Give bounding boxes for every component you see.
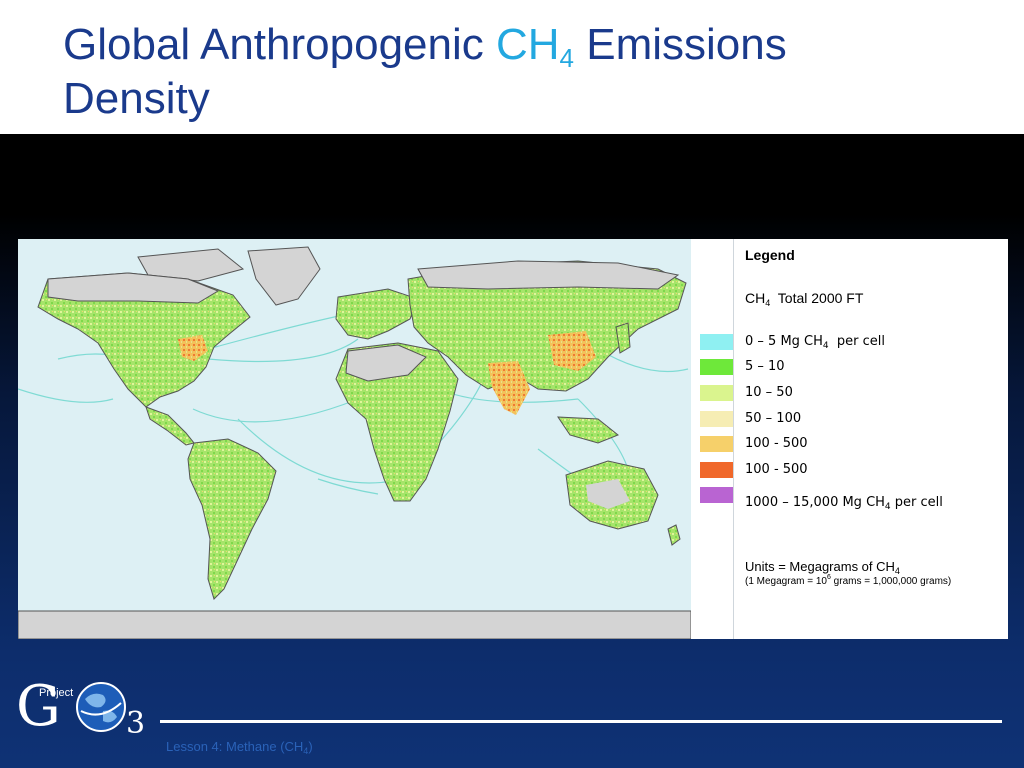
legend-item-1-pre: 5 – 10	[745, 359, 785, 374]
legend-units-note: (1 Megagram = 106 grams = 1,000,000 gram…	[745, 574, 952, 587]
legend-subtitle-rest: Total 2000 FT	[777, 290, 864, 306]
legend-item-3-pre: 50 – 100	[745, 411, 802, 426]
world-map-graphic	[18, 239, 691, 639]
legend-item-0-post: per cell	[836, 334, 886, 349]
legend-item-4-pre: 100 - 500	[745, 436, 808, 451]
logo-number-3: 3	[126, 706, 146, 741]
legend-item-4: 100 - 500	[745, 436, 808, 451]
legend-units-main: Units = Megagrams of CH	[745, 559, 895, 574]
go3-logo: G Project 3	[16, 674, 156, 744]
title-text-part2: Emissions	[574, 20, 787, 69]
legend-subtitle-sub: 4	[765, 298, 771, 308]
legend-item-3: 50 – 100	[745, 411, 801, 426]
legend-swatch-2	[700, 385, 734, 401]
globe-icon	[76, 682, 126, 732]
footer-lesson-label: Lesson 4: Methane (CH4)	[166, 739, 313, 756]
legend-item-5-pre: 100 - 500	[745, 462, 808, 477]
legend-item-1: 5 – 10	[745, 359, 785, 374]
legend-swatch-5	[700, 462, 734, 478]
title-area: Global Anthropogenic CH4 Emissions Densi…	[0, 0, 1024, 134]
slide-title: Global Anthropogenic CH4 Emissions Densi…	[63, 18, 787, 126]
logo-letter-g: G	[16, 674, 61, 739]
legend-item-2: 10 – 50	[745, 385, 793, 400]
legend-panel: Legend CH4 Total 2000 FT 0 – 5 Mg CH4 pe…	[733, 239, 1008, 639]
legend-item-0-sub: 4	[822, 341, 829, 351]
legend-item-6-sub: 4	[884, 502, 891, 512]
legend-units: Units = Megagrams of CH4	[745, 559, 900, 576]
title-text-line2: Density	[63, 74, 210, 123]
legend-item-6: 1000 – 15,000 Mg CH4 per cell	[745, 495, 943, 512]
legend-units-note-pre: (1 Megagram = 10	[745, 576, 827, 587]
legend-heading: Legend	[745, 247, 795, 263]
map-panel: Legend CH4 Total 2000 FT 0 – 5 Mg CH4 pe…	[18, 239, 1008, 639]
footer-text-pre: Lesson 4: Methane (CH	[166, 739, 304, 754]
title-chem-formula: CH4	[495, 20, 574, 71]
footer-divider-line	[160, 720, 1002, 723]
legend-swatch-0	[700, 334, 734, 350]
title-text-part1: Global Anthropogenic	[63, 20, 496, 69]
logo-project-label: Project	[39, 687, 74, 699]
legend-units-sub: 4	[894, 566, 900, 576]
legend-swatch-6	[700, 487, 734, 503]
title-chem-sub: 4	[559, 43, 575, 73]
legend-swatch-3	[700, 411, 734, 427]
legend-subtitle: CH4 Total 2000 FT	[745, 290, 864, 308]
legend-item-0: 0 – 5 Mg CH4 per cell	[745, 334, 886, 351]
legend-swatch-1	[700, 359, 734, 375]
legend-item-6-post: per cell	[894, 495, 943, 510]
antarctica-shape	[18, 610, 691, 639]
legend-swatch-4	[700, 436, 734, 452]
legend-item-0-pre: 0 – 5 Mg CH	[745, 334, 823, 349]
footer-text-post: )	[308, 739, 313, 754]
legend-units-note-post: grams = 1,000,000 grams)	[830, 576, 952, 587]
title-chem-main: CH	[495, 20, 560, 69]
legend-item-5: 100 - 500	[745, 462, 808, 477]
world-emissions-map	[18, 239, 691, 639]
legend-item-6-pre: 1000 – 15,000 Mg CH	[745, 495, 885, 510]
legend-item-2-pre: 10 – 50	[745, 385, 793, 400]
legend-subtitle-main: CH	[745, 290, 766, 306]
